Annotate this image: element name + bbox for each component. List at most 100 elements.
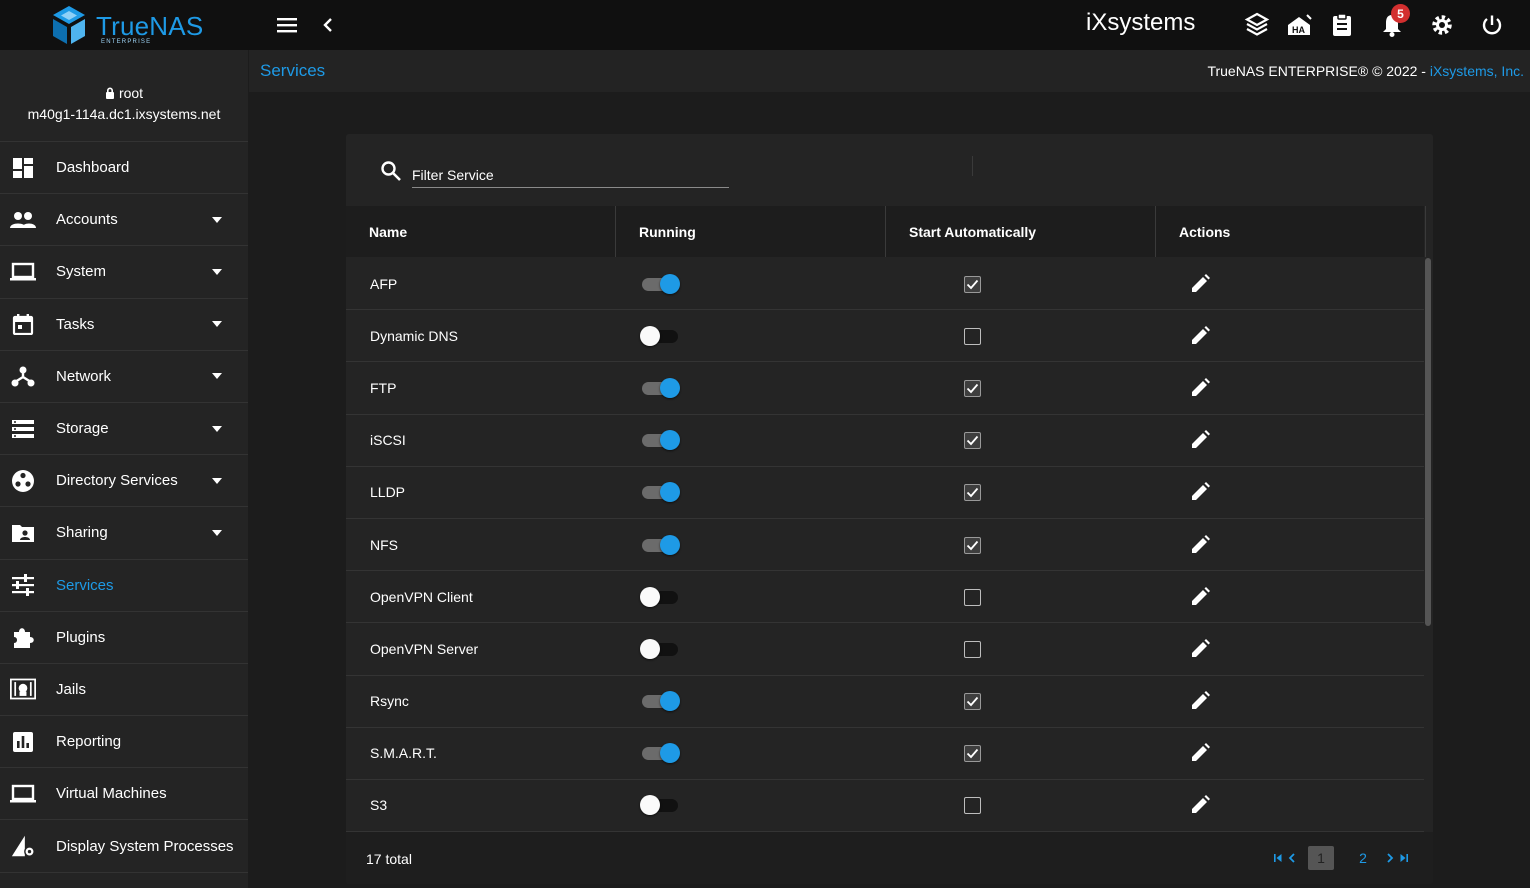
service-name: Rsync (370, 693, 409, 710)
edit-service-button[interactable] (1189, 690, 1211, 712)
start-automatically-checkbox[interactable] (964, 640, 981, 658)
collapse-back-button[interactable] (313, 10, 343, 40)
sidebar-item-network[interactable]: Network (0, 351, 248, 403)
running-toggle[interactable] (640, 534, 680, 555)
sidebar-item-reporting[interactable]: Reporting (0, 716, 248, 769)
running-toggle[interactable] (640, 743, 680, 764)
search-icon (381, 161, 401, 181)
vendor-logo-text: iXsystems (1086, 9, 1196, 36)
start-automatically-checkbox[interactable] (964, 275, 981, 293)
chevron-down-icon[interactable] (212, 425, 222, 432)
start-automatically-checkbox[interactable] (964, 484, 981, 502)
chevron-down-icon[interactable] (212, 529, 222, 536)
table-row: OpenVPN Server (346, 623, 1424, 676)
edit-service-button[interactable] (1189, 273, 1211, 295)
ha-status-icon: HA (1288, 14, 1312, 35)
ixsystems-logo[interactable]: iXsystems (1086, 9, 1195, 37)
running-toggle[interactable] (640, 377, 680, 398)
next-page-button[interactable] (1384, 846, 1396, 870)
running-toggle[interactable] (640, 273, 680, 294)
edit-service-button[interactable] (1189, 742, 1211, 764)
pencil-edit-icon (1192, 377, 1210, 396)
truecommand-button[interactable] (1242, 10, 1272, 40)
edit-service-button[interactable] (1189, 377, 1211, 399)
chevron-down-icon[interactable] (212, 216, 222, 223)
column-header-start-automatically[interactable]: Start Automatically (886, 206, 1156, 257)
previous-page-button[interactable] (1286, 846, 1298, 870)
sidebar-item-virtual-machines[interactable]: Virtual Machines (0, 768, 248, 821)
toggle-knob (660, 743, 680, 764)
notifications-button[interactable]: 5 (1377, 4, 1410, 40)
edit-service-button[interactable] (1189, 534, 1211, 556)
pencil-edit-icon (1192, 691, 1210, 710)
chevron-down-icon[interactable] (212, 321, 222, 328)
service-name: Dynamic DNS (370, 327, 458, 344)
sidebar-item-sharing[interactable]: Sharing (0, 507, 248, 560)
column-header-running[interactable]: Running (616, 206, 886, 257)
edit-service-button[interactable] (1189, 481, 1211, 503)
sidebar-item-tasks[interactable]: Tasks (0, 299, 248, 351)
ha-status-button[interactable]: HA (1284, 10, 1314, 40)
start-automatically-checkbox[interactable] (964, 327, 981, 345)
settings-button[interactable] (1427, 10, 1457, 40)
network-icon (10, 363, 36, 389)
sidebar-item-directory-services[interactable]: Directory Services (0, 455, 248, 508)
edit-service-button[interactable] (1189, 586, 1211, 608)
truenas-logo[interactable]: TrueNAS ENTERPRISE (50, 5, 210, 45)
sidebar-item-plugins[interactable]: Plugins (0, 612, 248, 664)
sidebar-item-storage[interactable]: Storage (0, 403, 248, 456)
chevron-down-icon[interactable] (212, 373, 222, 380)
toggle-knob (640, 795, 660, 816)
running-toggle[interactable] (640, 795, 680, 816)
edit-service-button[interactable] (1189, 325, 1211, 347)
table-body: AFP Dynamic DNS FTP iSCSI LLDP NFS OpenVPN Cli… (346, 258, 1424, 833)
sidebar-item-accounts[interactable]: Accounts (0, 194, 248, 247)
sidebar-item-services[interactable]: Services (0, 560, 248, 612)
start-automatically-checkbox[interactable] (964, 536, 981, 554)
running-toggle[interactable] (640, 430, 680, 451)
sidebar-item-jails[interactable]: Jails (0, 664, 248, 717)
chevron-down-icon[interactable] (212, 477, 222, 484)
copyright-notice: TrueNAS ENTERPRISE® © 2022 - iXsystems, … (1207, 63, 1524, 79)
first-page-button[interactable] (1271, 846, 1285, 870)
running-toggle[interactable] (640, 586, 680, 607)
sidebar-item-label: Accounts (56, 211, 118, 229)
start-automatically-checkbox[interactable] (964, 745, 981, 763)
tasks-button[interactable] (1327, 10, 1357, 40)
filter-service-input[interactable] (412, 163, 729, 188)
table-row: S.M.A.R.T. (346, 728, 1424, 780)
table-scrollbar[interactable] (1425, 258, 1431, 626)
running-toggle[interactable] (640, 691, 680, 712)
filter-divider (972, 156, 973, 176)
start-automatically-checkbox[interactable] (964, 432, 981, 450)
sharing-folder-icon (10, 520, 36, 546)
start-automatically-checkbox[interactable] (964, 693, 981, 711)
table-row: FTP (346, 362, 1424, 415)
page-1-button[interactable]: 1 (1308, 846, 1334, 870)
start-automatically-checkbox[interactable] (964, 379, 981, 397)
edit-service-button[interactable] (1189, 638, 1211, 660)
sidebar-item-dashboard[interactable]: Dashboard (0, 142, 248, 195)
start-automatically-checkbox[interactable] (964, 797, 981, 815)
sidebar-item-label: Services (56, 576, 114, 594)
copyright-link[interactable]: iXsystems, Inc. (1430, 63, 1524, 79)
toggle-knob (660, 534, 680, 555)
edit-service-button[interactable] (1189, 429, 1211, 451)
running-toggle[interactable] (640, 325, 680, 346)
total-count: 17 total (366, 851, 412, 867)
running-toggle[interactable] (640, 638, 680, 659)
edit-service-button[interactable] (1189, 794, 1211, 816)
menu-toggle-button[interactable] (272, 10, 302, 40)
chevron-left-icon (1288, 853, 1295, 863)
sidebar-item-display-system-processes[interactable]: Display System Processes (0, 820, 248, 873)
start-automatically-checkbox[interactable] (964, 588, 981, 606)
last-page-button[interactable] (1397, 846, 1411, 870)
breadcrumb-current[interactable]: Services (260, 61, 325, 81)
sidebar-item-label: Plugins (56, 628, 106, 646)
sidebar-item-system[interactable]: System (0, 246, 248, 299)
chevron-down-icon[interactable] (212, 268, 222, 275)
running-toggle[interactable] (640, 482, 680, 503)
power-button[interactable] (1477, 10, 1507, 40)
page-2-button[interactable]: 2 (1348, 846, 1378, 870)
column-header-name[interactable]: Name (346, 206, 616, 257)
